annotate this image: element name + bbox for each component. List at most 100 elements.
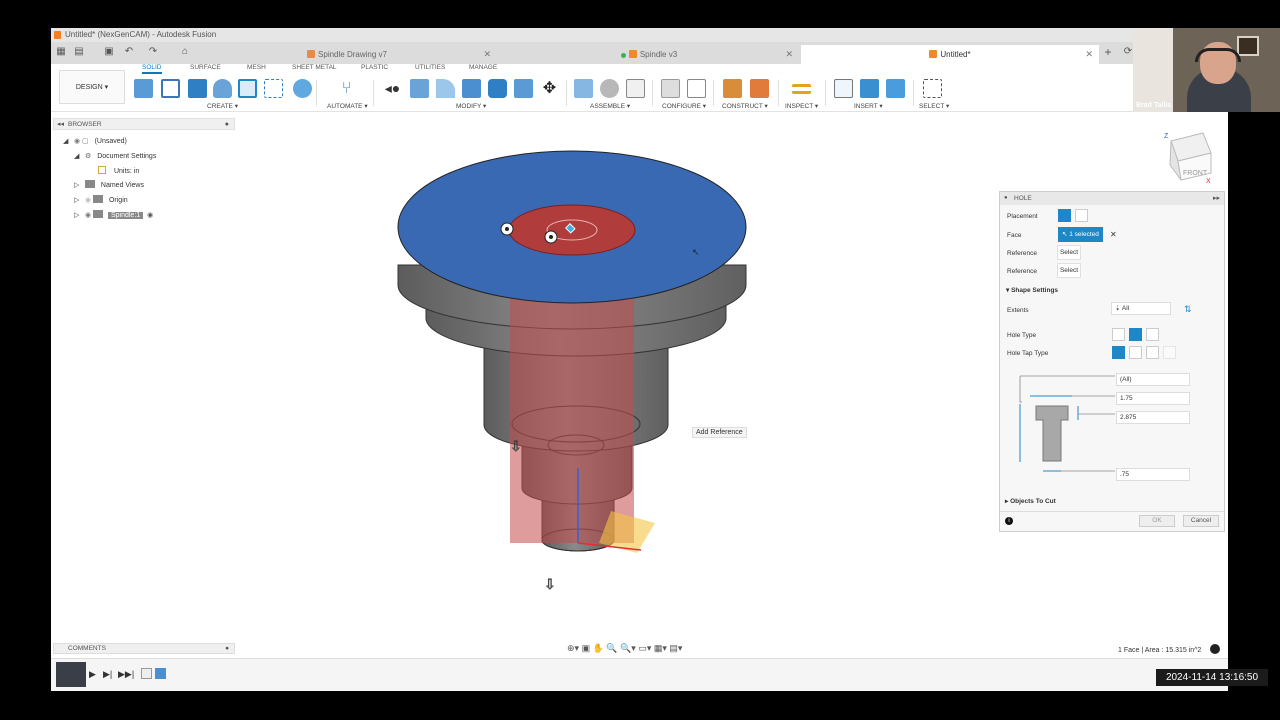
form-icon[interactable]	[293, 79, 312, 98]
step-forward-icon[interactable]: ▶|	[103, 669, 112, 680]
face-selection-chip[interactable]: ↖ 1 selected	[1058, 227, 1103, 242]
multiple-hole-placement-icon[interactable]	[1075, 209, 1088, 222]
taper-tapped-icon[interactable]	[1163, 346, 1176, 359]
combine-icon[interactable]	[488, 79, 507, 98]
viewcube[interactable]: FRONT Z X	[1164, 132, 1212, 185]
countersink-hole-icon[interactable]	[1146, 328, 1159, 341]
pattern-icon[interactable]	[264, 79, 283, 98]
simple-tap-icon[interactable]	[1112, 346, 1125, 359]
expand-icon[interactable]: ▷	[74, 195, 83, 207]
offset-face-icon[interactable]	[514, 79, 533, 98]
expand-icon[interactable]: ◢	[74, 151, 83, 163]
display-settings-icon[interactable]: ▭▾	[638, 643, 651, 653]
pan-icon[interactable]: ✋	[593, 643, 604, 653]
chamfer-icon[interactable]	[436, 79, 455, 98]
browser-item-spindle[interactable]: ▷ ◉ Spindle:1 ◉	[74, 210, 153, 222]
browser-item-root[interactable]: ◢ ◉ ▢ (Unsaved)	[63, 136, 127, 148]
add-comment-icon[interactable]: ●	[225, 644, 229, 654]
zoom-icon[interactable]: 🔍▾	[620, 643, 636, 653]
expand-icon[interactable]: ▷	[74, 180, 83, 192]
close-icon[interactable]: ✕	[483, 45, 491, 64]
insert-mcmaster-icon[interactable]	[860, 79, 879, 98]
new-tab-icon[interactable]: +	[1102, 46, 1114, 58]
look-at-icon[interactable]: ▣	[582, 643, 591, 653]
browser-item-named-views[interactable]: ▷ Named Views	[74, 180, 144, 192]
cancel-button[interactable]: Cancel	[1183, 515, 1219, 527]
zoom-window-icon[interactable]: 🔍	[606, 643, 617, 653]
home-icon[interactable]: ⌂	[179, 46, 191, 58]
tab-plastic[interactable]: PLASTIC	[361, 64, 388, 71]
tab-sheet-metal[interactable]: SHEET METAL	[292, 64, 337, 71]
pin-icon[interactable]: ●	[225, 119, 229, 130]
ok-button[interactable]: OK	[1139, 515, 1175, 527]
activate-radio-icon[interactable]: ◉	[147, 212, 153, 219]
shell-icon[interactable]	[462, 79, 481, 98]
clearance-tap-icon[interactable]	[1129, 346, 1142, 359]
assemble-group-label[interactable]: ASSEMBLE ▾	[590, 102, 630, 110]
info-icon[interactable]: i	[1005, 517, 1013, 525]
go-to-end-icon[interactable]: ▶▶|	[118, 669, 134, 680]
grid-settings-icon[interactable]: ▦▾	[654, 643, 667, 653]
tab-manage[interactable]: MANAGE	[469, 64, 497, 71]
select-group-label[interactable]: SELECT ▾	[919, 102, 949, 110]
workspace-switcher[interactable]: DESIGN ▾	[59, 70, 125, 104]
counterbore-diameter-input[interactable]: 1.75	[1116, 392, 1190, 405]
create-sketch-icon[interactable]	[161, 79, 180, 98]
insert-canvas-icon[interactable]	[886, 79, 905, 98]
expand-icon[interactable]: ◢	[63, 136, 72, 148]
tab-spindle[interactable]: Spindle v3 ✕	[499, 45, 799, 64]
joint-icon[interactable]	[600, 79, 619, 98]
select-icon[interactable]	[923, 79, 942, 98]
expand-dialog-icon[interactable]: ▸▸	[1213, 192, 1220, 205]
insert-derive-icon[interactable]	[834, 79, 853, 98]
offset-plane-icon[interactable]	[723, 79, 742, 98]
clear-selection-icon[interactable]: ✕	[1110, 230, 1117, 239]
orbit-icon[interactable]: ⊕▾	[567, 643, 579, 653]
modify-group-label[interactable]: MODIFY ▾	[456, 102, 486, 110]
counterbore-hole-icon[interactable]	[1129, 328, 1142, 341]
status-settings-icon[interactable]	[1210, 644, 1220, 654]
browser-panel-header[interactable]: ◂◂ BROWSER ●	[53, 118, 235, 130]
configure-icon[interactable]	[661, 79, 680, 98]
tab-utilities[interactable]: UTILITIES	[415, 64, 445, 71]
shape-settings-header[interactable]: ▾ Shape Settings	[1006, 286, 1058, 294]
inspect-group-label[interactable]: INSPECT ▾	[785, 102, 818, 110]
insert-group-label[interactable]: INSERT ▾	[854, 102, 883, 110]
automate-icon[interactable]: ⑂	[337, 79, 356, 98]
dialog-collapse-icon[interactable]: ●	[1004, 192, 1008, 205]
hole-depth-input[interactable]: (All)	[1116, 373, 1190, 386]
move-icon[interactable]: ✥	[540, 79, 559, 98]
hole-icon[interactable]	[238, 79, 257, 98]
expand-icon[interactable]: ▷	[74, 210, 83, 222]
plane-at-angle-icon[interactable]	[750, 79, 769, 98]
tab-solid[interactable]: SOLID	[142, 64, 162, 74]
viewports-icon[interactable]: ▤▾	[669, 643, 682, 653]
press-pull-icon[interactable]: ◂●	[383, 79, 402, 98]
visibility-icon[interactable]: ◉	[85, 197, 91, 204]
hole-dialog-header[interactable]: ● HOLE ▸▸	[1000, 192, 1224, 205]
visibility-icon[interactable]: ◉	[74, 138, 80, 145]
new-component-icon[interactable]	[134, 79, 153, 98]
new-component-assemble-icon[interactable]	[574, 79, 593, 98]
hole-diameter-input[interactable]: .75	[1116, 468, 1190, 481]
file-menu-icon[interactable]: ▤	[73, 46, 85, 58]
extents-dropdown[interactable]: ⇣ All	[1111, 302, 1171, 315]
play-icon[interactable]: ▶	[89, 669, 96, 680]
browser-item-origin[interactable]: ▷ ◉ Origin	[74, 195, 128, 207]
timeline-feature-sketch-icon[interactable]	[141, 668, 152, 679]
revolve-icon[interactable]	[213, 79, 232, 98]
objects-to-cut-header[interactable]: ▸ Objects To Cut	[1005, 497, 1056, 505]
undo-icon[interactable]: ↶	[123, 46, 135, 58]
create-group-label[interactable]: CREATE ▾	[207, 102, 238, 110]
save-icon[interactable]: ▣	[103, 46, 115, 58]
collapse-icon[interactable]: ◂◂	[57, 119, 64, 130]
tab-spindle-drawing[interactable]: Spindle Drawing v7 ✕	[197, 45, 497, 64]
automate-group-label[interactable]: AUTOMATE ▾	[327, 102, 368, 110]
extrude-icon[interactable]	[188, 79, 207, 98]
flip-direction-icon[interactable]: ⇅	[1184, 304, 1192, 315]
reference-1-select[interactable]: Select	[1057, 245, 1081, 260]
visibility-icon[interactable]: ◉	[85, 212, 91, 219]
close-icon[interactable]: ✕	[1085, 45, 1093, 64]
tab-surface[interactable]: SURFACE	[190, 64, 221, 71]
measure-icon[interactable]	[792, 84, 811, 94]
